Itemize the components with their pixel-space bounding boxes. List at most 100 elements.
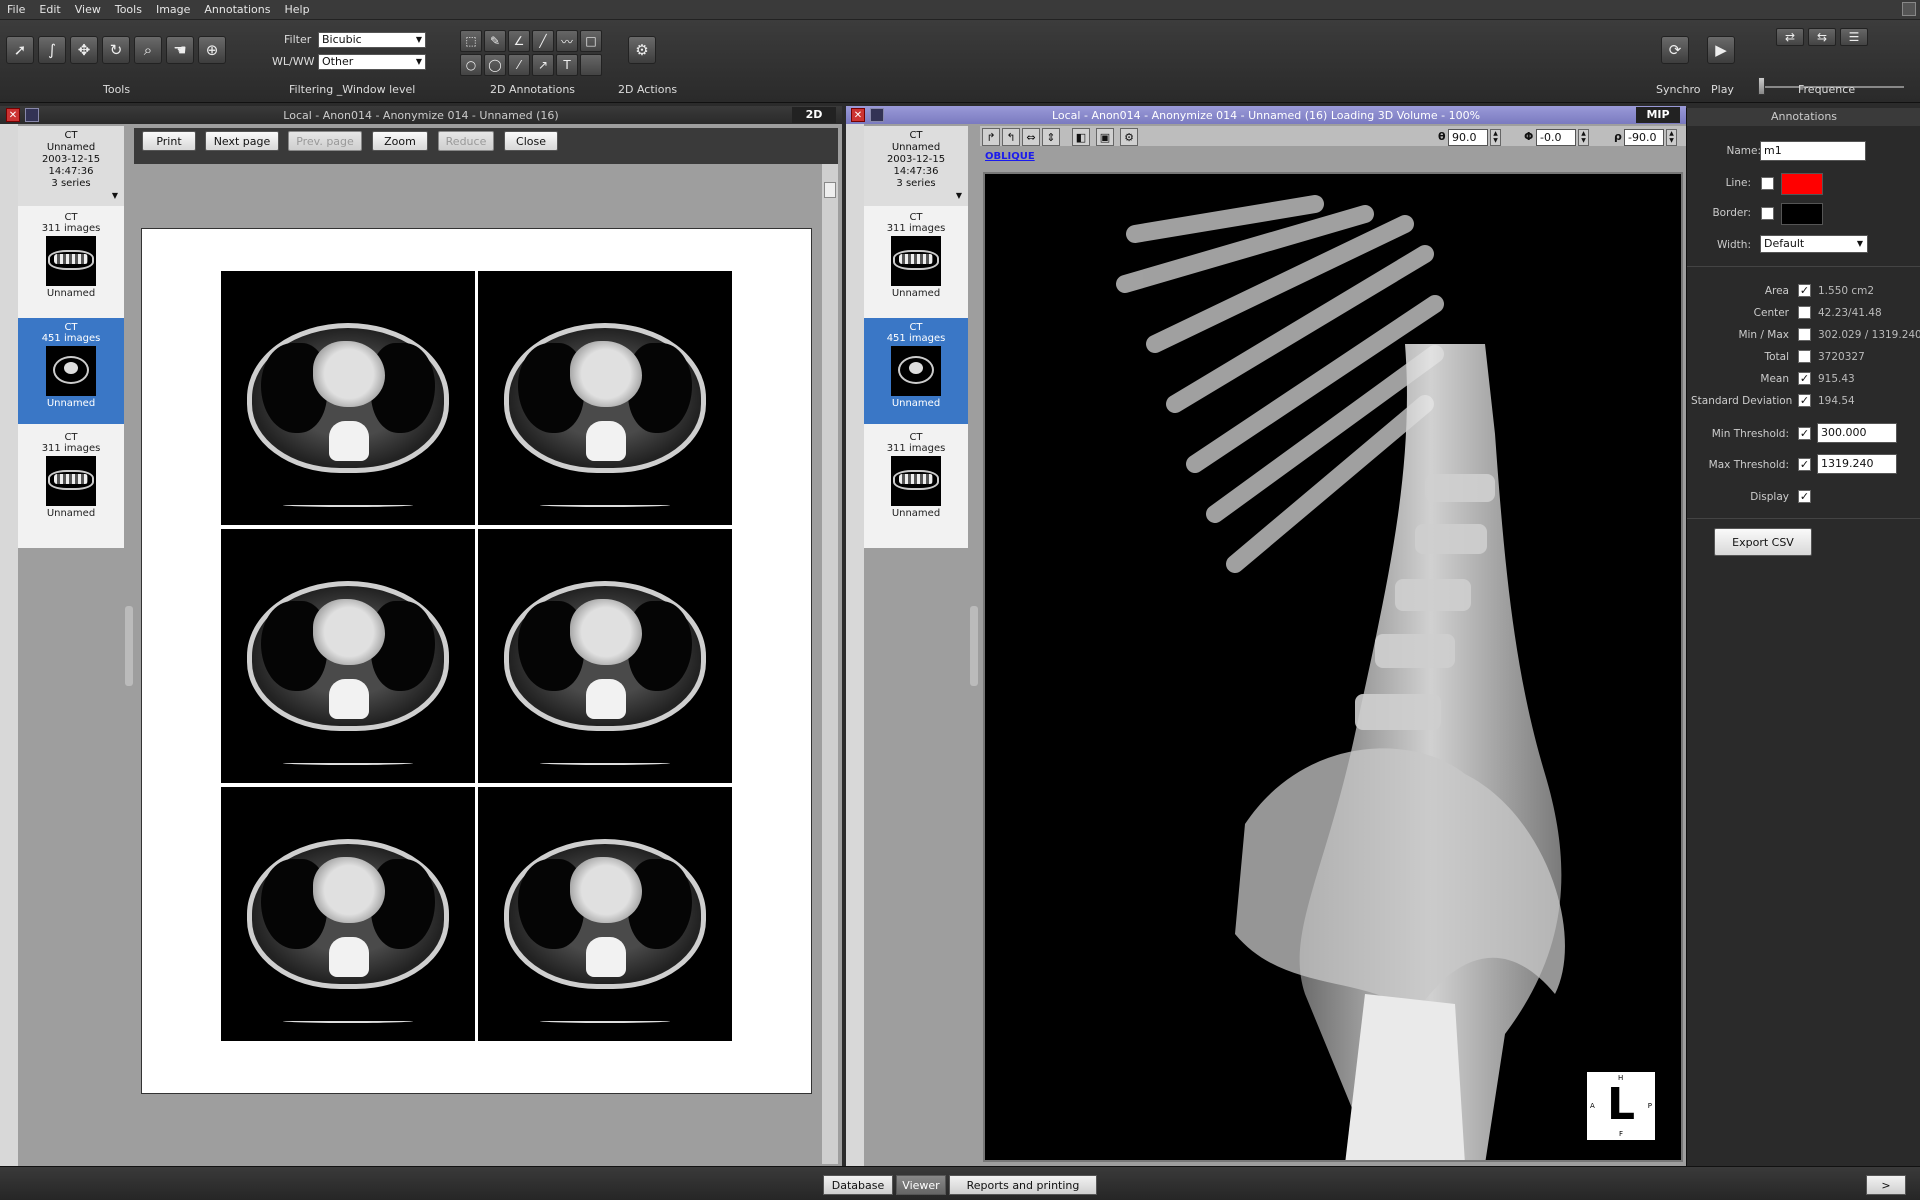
border-checkbox[interactable]	[1761, 207, 1774, 220]
series-item[interactable]: CT 311 images Unnamed	[18, 208, 124, 314]
width-select[interactable]: Default ▼	[1760, 235, 1868, 253]
invert-button[interactable]: ◧	[1072, 128, 1090, 146]
tab-viewer[interactable]: Viewer	[896, 1175, 946, 1195]
tab-database[interactable]: Database	[823, 1175, 893, 1195]
play-button[interactable]: ▶	[1707, 36, 1735, 64]
series-item[interactable]: CT 311 images Unnamed	[18, 428, 124, 534]
theta-input[interactable]: 90.0	[1448, 129, 1488, 146]
ct-slice-image[interactable]	[478, 787, 732, 1041]
zoom-tool-button[interactable]: ⌕	[134, 36, 162, 64]
annotation-name-input[interactable]: m1	[1760, 141, 1866, 161]
series-scrollbar[interactable]	[0, 124, 18, 1166]
text-tool[interactable]: T	[556, 54, 578, 76]
menu-annotations[interactable]: Annotations	[197, 3, 277, 16]
angle-tool[interactable]: ∠	[508, 30, 530, 52]
ct-slice-image[interactable]	[221, 529, 475, 783]
ellipse-tool[interactable]: ○	[460, 54, 482, 76]
wlww-select[interactable]: Other ▼	[318, 54, 426, 70]
ct-slice-image[interactable]	[221, 787, 475, 1041]
hand-tool-button[interactable]: ☚	[166, 36, 194, 64]
stat-checkbox-minmax[interactable]	[1798, 328, 1811, 341]
study-info[interactable]: CT Unnamed 2003-12-15 14:47:36 3 series …	[864, 126, 968, 206]
right-viewer-close-button[interactable]: ✕	[851, 108, 865, 122]
oblique-link[interactable]: OBLIQUE	[985, 151, 1035, 162]
synchro-button[interactable]: ⟳	[1661, 36, 1689, 64]
curve-tool-button[interactable]: ∫	[38, 36, 66, 64]
rho-spinner[interactable]: ▲ ▼	[1666, 129, 1677, 146]
freehand-tool[interactable]: ⁄	[508, 54, 530, 76]
rotate-right-button[interactable]: ↰	[1002, 128, 1020, 146]
series-item[interactable]: CT 311 images Unnamed	[864, 208, 968, 314]
stat-checkbox-stddev[interactable]: ✓	[1798, 394, 1811, 407]
mip-3d-view[interactable]: H A P F L	[983, 172, 1683, 1162]
menu-help[interactable]: Help	[277, 3, 316, 16]
ct-slice-image[interactable]	[221, 271, 475, 525]
series-item[interactable]: CT 311 images Unnamed	[864, 428, 968, 534]
rectangle-select-tool[interactable]: ⬚	[460, 30, 482, 52]
bounce-mode-button[interactable]: ⇆	[1808, 28, 1836, 46]
menu-image[interactable]: Image	[149, 3, 197, 16]
series-item-selected[interactable]: CT 451 images Unnamed	[864, 318, 968, 424]
left-viewer-close-button[interactable]: ✕	[6, 108, 20, 122]
study-expand-icon[interactable]: ▼	[18, 190, 124, 202]
ct-slice-image[interactable]	[478, 529, 732, 783]
study-info[interactable]: CT Unnamed 2003-12-15 14:47:36 3 series …	[18, 126, 124, 206]
crosshair-tool-button[interactable]: ⊕	[198, 36, 226, 64]
left-viewer-window-button[interactable]	[25, 108, 39, 122]
stat-checkbox-total[interactable]	[1798, 350, 1811, 363]
line-checkbox[interactable]	[1761, 177, 1774, 190]
volume-settings-button[interactable]: ⚙	[1120, 128, 1138, 146]
flip-horizontal-button[interactable]: ⇔	[1022, 128, 1040, 146]
actions-settings-button[interactable]: ⚙	[628, 36, 656, 64]
max-threshold-input[interactable]: 1319.240	[1817, 454, 1897, 474]
stat-checkbox-area[interactable]: ✓	[1798, 284, 1811, 297]
series-item-selected[interactable]: CT 451 images Unnamed	[18, 318, 124, 424]
print-button[interactable]: Print	[142, 131, 196, 151]
reduce-button[interactable]: Reduce	[438, 131, 494, 151]
page-scrollbar[interactable]	[822, 164, 838, 1164]
next-page-button[interactable]: Next page	[205, 131, 279, 151]
pencil-tool[interactable]: ✎	[484, 30, 506, 52]
menu-edit[interactable]: Edit	[32, 3, 67, 16]
menu-file[interactable]: File	[0, 3, 32, 16]
loop-mode-button[interactable]: ⇄	[1776, 28, 1804, 46]
series-scrollbar[interactable]	[846, 124, 864, 1166]
rotate-left-button[interactable]: ↱	[982, 128, 1000, 146]
menu-view[interactable]: View	[68, 3, 108, 16]
tab-reports-printing[interactable]: Reports and printing	[949, 1175, 1097, 1195]
min-threshold-input[interactable]: 300.000	[1817, 423, 1897, 443]
polyline-tool[interactable]: 〰	[556, 30, 578, 52]
arrow-tool[interactable]: ↗	[532, 54, 554, 76]
flip-vertical-button[interactable]: ⇕	[1042, 128, 1060, 146]
stat-checkbox-mean[interactable]: ✓	[1798, 372, 1811, 385]
export-csv-button[interactable]: Export CSV	[1714, 528, 1812, 556]
min-threshold-checkbox[interactable]: ✓	[1798, 427, 1811, 440]
right-viewer-window-button[interactable]	[870, 108, 884, 122]
series-collapse-handle[interactable]	[125, 606, 133, 686]
oval-tool[interactable]: ◯	[484, 54, 506, 76]
phi-spinner[interactable]: ▲ ▼	[1578, 129, 1589, 146]
close-preview-button[interactable]: Close	[504, 131, 558, 151]
prev-page-button[interactable]: Prev. page	[288, 131, 362, 151]
line-tool[interactable]: ╱	[532, 30, 554, 52]
rectangle-tool[interactable]: □	[580, 30, 602, 52]
phi-input[interactable]: -0.0	[1536, 129, 1576, 146]
zoom-button[interactable]: Zoom	[372, 131, 428, 151]
stat-checkbox-center[interactable]	[1798, 306, 1811, 319]
page-scrollbar-thumb[interactable]	[824, 182, 836, 198]
menu-tools[interactable]: Tools	[108, 3, 149, 16]
border-color-swatch[interactable]	[1781, 203, 1823, 225]
ct-slice-image[interactable]	[478, 271, 732, 525]
series-collapse-handle[interactable]	[970, 606, 978, 686]
line-color-swatch[interactable]	[1781, 173, 1823, 195]
frequence-slider-handle[interactable]	[1758, 77, 1765, 95]
filter-select[interactable]: Bicubic ▼	[318, 32, 426, 48]
max-threshold-checkbox[interactable]: ✓	[1798, 458, 1811, 471]
lut-button[interactable]: ▣	[1096, 128, 1114, 146]
more-button[interactable]: >	[1866, 1175, 1906, 1195]
display-checkbox[interactable]: ✓	[1798, 490, 1811, 503]
study-expand-icon[interactable]: ▼	[864, 190, 968, 202]
rotate-tool-button[interactable]: ↻	[102, 36, 130, 64]
window-restore-button[interactable]	[1902, 2, 1916, 16]
pointer-tool-button[interactable]: ➚	[6, 36, 34, 64]
